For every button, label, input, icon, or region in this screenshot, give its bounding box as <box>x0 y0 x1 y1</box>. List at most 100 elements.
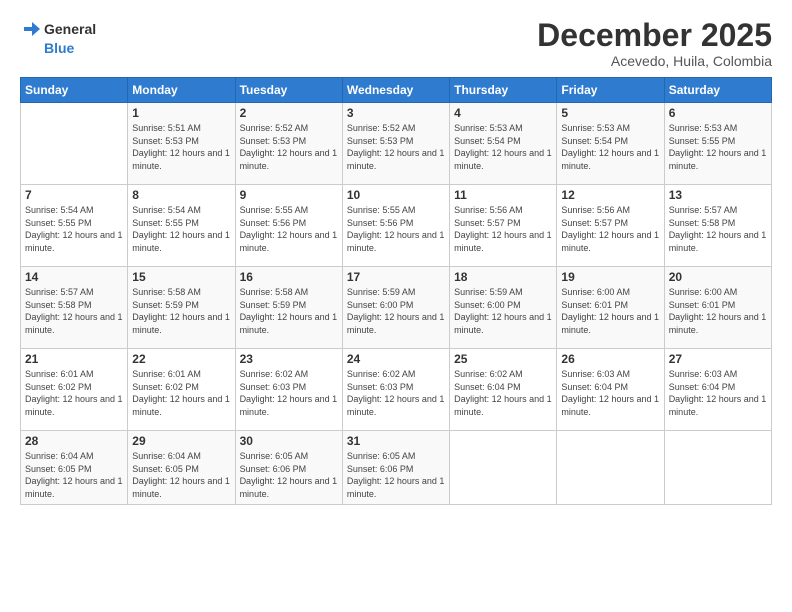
day-number: 30 <box>240 434 338 448</box>
logo-bird-icon <box>20 18 42 40</box>
calendar-cell: 21 Sunrise: 6:01 AMSunset: 6:02 PMDaylig… <box>21 349 128 431</box>
day-info: Sunrise: 5:52 AMSunset: 5:53 PMDaylight:… <box>240 122 338 172</box>
calendar-cell: 29 Sunrise: 6:04 AMSunset: 6:05 PMDaylig… <box>128 431 235 504</box>
calendar-cell: 3 Sunrise: 5:52 AMSunset: 5:53 PMDayligh… <box>342 103 449 185</box>
header-wednesday: Wednesday <box>342 78 449 103</box>
day-info: Sunrise: 5:57 AMSunset: 5:58 PMDaylight:… <box>669 204 767 254</box>
calendar-cell: 19 Sunrise: 6:00 AMSunset: 6:01 PMDaylig… <box>557 267 664 349</box>
calendar-cell: 14 Sunrise: 5:57 AMSunset: 5:58 PMDaylig… <box>21 267 128 349</box>
logo: General Blue <box>20 18 96 56</box>
header-sunday: Sunday <box>21 78 128 103</box>
calendar-cell: 11 Sunrise: 5:56 AMSunset: 5:57 PMDaylig… <box>450 185 557 267</box>
day-number: 3 <box>347 106 445 120</box>
calendar-cell <box>21 103 128 185</box>
day-number: 9 <box>240 188 338 202</box>
calendar-cell: 4 Sunrise: 5:53 AMSunset: 5:54 PMDayligh… <box>450 103 557 185</box>
day-info: Sunrise: 5:56 AMSunset: 5:57 PMDaylight:… <box>561 204 659 254</box>
week-row-0: 1 Sunrise: 5:51 AMSunset: 5:53 PMDayligh… <box>21 103 772 185</box>
day-info: Sunrise: 6:01 AMSunset: 6:02 PMDaylight:… <box>25 368 123 418</box>
day-info: Sunrise: 5:58 AMSunset: 5:59 PMDaylight:… <box>132 286 230 336</box>
day-number: 12 <box>561 188 659 202</box>
calendar-cell <box>557 431 664 504</box>
day-number: 27 <box>669 352 767 366</box>
day-info: Sunrise: 6:04 AMSunset: 6:05 PMDaylight:… <box>132 450 230 500</box>
calendar-cell: 5 Sunrise: 5:53 AMSunset: 5:54 PMDayligh… <box>557 103 664 185</box>
day-number: 11 <box>454 188 552 202</box>
calendar-cell: 25 Sunrise: 6:02 AMSunset: 6:04 PMDaylig… <box>450 349 557 431</box>
day-info: Sunrise: 5:51 AMSunset: 5:53 PMDaylight:… <box>132 122 230 172</box>
calendar-cell: 18 Sunrise: 5:59 AMSunset: 6:00 PMDaylig… <box>450 267 557 349</box>
day-number: 31 <box>347 434 445 448</box>
calendar-table: SundayMondayTuesdayWednesdayThursdayFrid… <box>20 77 772 504</box>
day-number: 18 <box>454 270 552 284</box>
day-info: Sunrise: 6:02 AMSunset: 6:04 PMDaylight:… <box>454 368 552 418</box>
day-info: Sunrise: 5:53 AMSunset: 5:54 PMDaylight:… <box>454 122 552 172</box>
day-number: 8 <box>132 188 230 202</box>
day-info: Sunrise: 5:54 AMSunset: 5:55 PMDaylight:… <box>132 204 230 254</box>
day-number: 16 <box>240 270 338 284</box>
day-number: 5 <box>561 106 659 120</box>
day-number: 24 <box>347 352 445 366</box>
day-info: Sunrise: 6:00 AMSunset: 6:01 PMDaylight:… <box>561 286 659 336</box>
calendar-cell: 2 Sunrise: 5:52 AMSunset: 5:53 PMDayligh… <box>235 103 342 185</box>
calendar-cell: 10 Sunrise: 5:55 AMSunset: 5:56 PMDaylig… <box>342 185 449 267</box>
day-number: 26 <box>561 352 659 366</box>
day-info: Sunrise: 5:54 AMSunset: 5:55 PMDaylight:… <box>25 204 123 254</box>
day-info: Sunrise: 6:05 AMSunset: 6:06 PMDaylight:… <box>240 450 338 500</box>
calendar-cell: 13 Sunrise: 5:57 AMSunset: 5:58 PMDaylig… <box>664 185 771 267</box>
header-saturday: Saturday <box>664 78 771 103</box>
title-block: December 2025 Acevedo, Huila, Colombia <box>537 18 772 69</box>
day-info: Sunrise: 5:53 AMSunset: 5:54 PMDaylight:… <box>561 122 659 172</box>
day-number: 17 <box>347 270 445 284</box>
header-thursday: Thursday <box>450 78 557 103</box>
day-info: Sunrise: 5:56 AMSunset: 5:57 PMDaylight:… <box>454 204 552 254</box>
day-info: Sunrise: 5:59 AMSunset: 6:00 PMDaylight:… <box>454 286 552 336</box>
day-number: 23 <box>240 352 338 366</box>
calendar-cell: 28 Sunrise: 6:04 AMSunset: 6:05 PMDaylig… <box>21 431 128 504</box>
day-info: Sunrise: 6:02 AMSunset: 6:03 PMDaylight:… <box>347 368 445 418</box>
calendar-cell: 30 Sunrise: 6:05 AMSunset: 6:06 PMDaylig… <box>235 431 342 504</box>
day-info: Sunrise: 5:52 AMSunset: 5:53 PMDaylight:… <box>347 122 445 172</box>
day-number: 25 <box>454 352 552 366</box>
header-friday: Friday <box>557 78 664 103</box>
calendar-cell: 7 Sunrise: 5:54 AMSunset: 5:55 PMDayligh… <box>21 185 128 267</box>
day-number: 1 <box>132 106 230 120</box>
day-info: Sunrise: 6:04 AMSunset: 6:05 PMDaylight:… <box>25 450 123 500</box>
day-info: Sunrise: 6:05 AMSunset: 6:06 PMDaylight:… <box>347 450 445 500</box>
header-monday: Monday <box>128 78 235 103</box>
calendar-cell: 6 Sunrise: 5:53 AMSunset: 5:55 PMDayligh… <box>664 103 771 185</box>
header-tuesday: Tuesday <box>235 78 342 103</box>
day-number: 4 <box>454 106 552 120</box>
calendar-title: December 2025 <box>537 18 772 53</box>
week-row-2: 14 Sunrise: 5:57 AMSunset: 5:58 PMDaylig… <box>21 267 772 349</box>
calendar-cell: 9 Sunrise: 5:55 AMSunset: 5:56 PMDayligh… <box>235 185 342 267</box>
day-info: Sunrise: 6:01 AMSunset: 6:02 PMDaylight:… <box>132 368 230 418</box>
calendar-cell <box>450 431 557 504</box>
day-number: 10 <box>347 188 445 202</box>
day-number: 28 <box>25 434 123 448</box>
header: General Blue December 2025 Acevedo, Huil… <box>20 18 772 69</box>
calendar-subtitle: Acevedo, Huila, Colombia <box>537 53 772 69</box>
day-number: 21 <box>25 352 123 366</box>
day-number: 15 <box>132 270 230 284</box>
day-info: Sunrise: 5:59 AMSunset: 6:00 PMDaylight:… <box>347 286 445 336</box>
logo-blue: Blue <box>44 40 74 56</box>
day-number: 13 <box>669 188 767 202</box>
calendar-cell: 26 Sunrise: 6:03 AMSunset: 6:04 PMDaylig… <box>557 349 664 431</box>
week-row-4: 28 Sunrise: 6:04 AMSunset: 6:05 PMDaylig… <box>21 431 772 504</box>
logo-general: General <box>44 21 96 37</box>
day-number: 7 <box>25 188 123 202</box>
day-info: Sunrise: 6:00 AMSunset: 6:01 PMDaylight:… <box>669 286 767 336</box>
calendar-cell: 31 Sunrise: 6:05 AMSunset: 6:06 PMDaylig… <box>342 431 449 504</box>
calendar-cell: 8 Sunrise: 5:54 AMSunset: 5:55 PMDayligh… <box>128 185 235 267</box>
calendar-cell <box>664 431 771 504</box>
day-info: Sunrise: 5:58 AMSunset: 5:59 PMDaylight:… <box>240 286 338 336</box>
day-info: Sunrise: 6:02 AMSunset: 6:03 PMDaylight:… <box>240 368 338 418</box>
calendar-cell: 15 Sunrise: 5:58 AMSunset: 5:59 PMDaylig… <box>128 267 235 349</box>
day-number: 14 <box>25 270 123 284</box>
header-row: SundayMondayTuesdayWednesdayThursdayFrid… <box>21 78 772 103</box>
calendar-cell: 20 Sunrise: 6:00 AMSunset: 6:01 PMDaylig… <box>664 267 771 349</box>
calendar-cell: 23 Sunrise: 6:02 AMSunset: 6:03 PMDaylig… <box>235 349 342 431</box>
day-number: 29 <box>132 434 230 448</box>
calendar-cell: 22 Sunrise: 6:01 AMSunset: 6:02 PMDaylig… <box>128 349 235 431</box>
